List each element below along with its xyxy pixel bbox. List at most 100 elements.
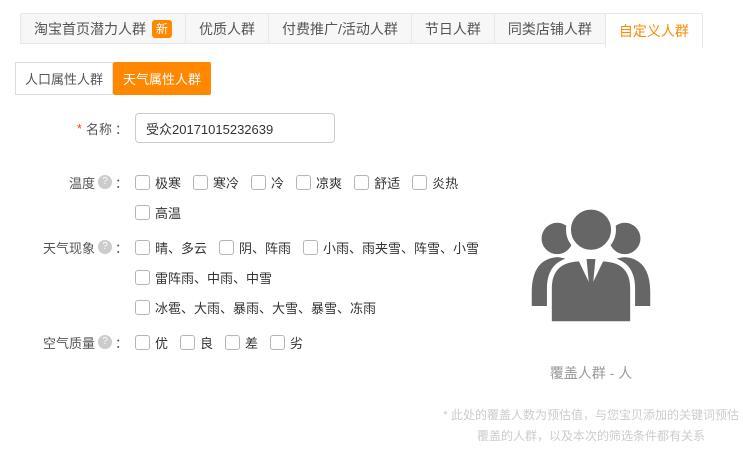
checkbox-box[interactable] bbox=[303, 240, 318, 255]
tab-label: 自定义人群 bbox=[619, 21, 689, 41]
help-icon[interactable]: ? bbox=[98, 175, 112, 189]
air-quality-label-colon: ： bbox=[115, 333, 128, 352]
form-row-weather-phenomena: 天气现象?：晴、多云阴、阵雨小雨、雨夹雪、阵雪、小雪雷阵雨、中雨、中雪冰雹、大雨… bbox=[0, 232, 478, 322]
new-badge: 新 bbox=[152, 20, 172, 38]
checkbox-label: 优 bbox=[155, 333, 168, 352]
checkbox-label: 晴、多云 bbox=[155, 238, 207, 257]
temperature-label-text: 温度 bbox=[69, 173, 95, 192]
checkbox-box[interactable] bbox=[251, 175, 266, 190]
checkbox-良[interactable]: 良 bbox=[180, 333, 213, 352]
tab-1[interactable]: 优质人群 bbox=[185, 13, 269, 44]
checkbox-舒适[interactable]: 舒适 bbox=[354, 173, 400, 192]
coverage-count-label: 覆盖人群 - 人 bbox=[440, 363, 742, 383]
checkbox-雷阵雨、中雨、中雪[interactable]: 雷阵雨、中雨、中雪 bbox=[135, 268, 272, 287]
checkbox-box[interactable] bbox=[354, 175, 369, 190]
checkbox-box[interactable] bbox=[135, 175, 150, 190]
checkbox-label: 差 bbox=[245, 333, 258, 352]
tab-label: 节日人群 bbox=[425, 19, 481, 39]
tab-0[interactable]: 淘宝首页潜力人群新 bbox=[20, 13, 186, 44]
checkbox-label: 冷 bbox=[271, 173, 284, 192]
coverage-panel: 覆盖人群 - 人 * 此处的覆盖人数为预估值，与您宝贝添加的关键词预估覆盖的人群… bbox=[440, 198, 742, 447]
checkbox-box[interactable] bbox=[135, 270, 150, 285]
checkbox-label: 高温 bbox=[155, 203, 181, 222]
temperature-line-1: 高温 bbox=[135, 197, 470, 227]
checkbox-box[interactable] bbox=[219, 240, 234, 255]
checkbox-极寒[interactable]: 极寒 bbox=[135, 173, 181, 192]
checkbox-box[interactable] bbox=[135, 240, 150, 255]
checkbox-label: 凉爽 bbox=[316, 173, 342, 192]
subtab-bar: 人口属性人群 天气属性人群 bbox=[15, 62, 211, 95]
tab-3[interactable]: 节日人群 bbox=[411, 13, 495, 44]
name-field-label: * 名称 ： bbox=[0, 113, 128, 143]
help-icon[interactable]: ? bbox=[98, 240, 112, 254]
checkbox-晴、多云[interactable]: 晴、多云 bbox=[135, 238, 207, 257]
name-field-control bbox=[135, 113, 335, 143]
air-quality-line-0: 优良差劣 bbox=[135, 327, 315, 357]
name-input[interactable] bbox=[135, 113, 335, 143]
checkbox-label: 雷阵雨、中雨、中雪 bbox=[155, 268, 272, 287]
temperature-options: 极寒 寒冷 冷 凉爽 舒适 炎热高温 bbox=[135, 167, 470, 227]
checkbox-box[interactable] bbox=[135, 335, 150, 350]
checkbox-box[interactable] bbox=[296, 175, 311, 190]
checkbox-groups: 温度?：极寒寒冷冷凉爽舒适炎热高温天气现象?：晴、多云阴、阵雨小雨、雨夹雪、阵雪… bbox=[0, 167, 478, 357]
checkbox-box[interactable] bbox=[180, 335, 195, 350]
weather-phenomena-line-1: 雷阵雨、中雨、中雪 bbox=[135, 262, 491, 292]
checkbox-label: 冰雹、大雨、暴雨、大雪、暴雪、冻雨 bbox=[155, 298, 376, 317]
name-field-row: * 名称 ： bbox=[0, 113, 478, 143]
checkbox-寒冷[interactable]: 寒冷 bbox=[193, 173, 239, 192]
tab-label: 付费推广/活动人群 bbox=[282, 19, 398, 39]
subtab-0[interactable]: 人口属性人群 bbox=[15, 62, 113, 95]
form-label-temperature: 温度?： bbox=[0, 167, 128, 197]
subtab-label: 人口属性人群 bbox=[25, 69, 103, 88]
subtab-label: 天气属性人群 bbox=[123, 69, 201, 88]
checkbox-冷[interactable]: 冷 bbox=[251, 173, 284, 192]
form-label-air-quality: 空气质量?： bbox=[0, 327, 128, 357]
weather-phenomena-line-2: 冰雹、大雨、暴雨、大雪、暴雪、冻雨 bbox=[135, 292, 491, 322]
checkbox-box[interactable] bbox=[270, 335, 285, 350]
name-label-text: 名称 bbox=[86, 119, 112, 138]
checkbox-炎热[interactable]: 炎热 bbox=[412, 173, 458, 192]
form-row-temperature: 温度?： 极寒 寒冷 冷 凉爽 舒适 炎热高温 bbox=[0, 167, 478, 227]
checkbox-label: 良 bbox=[200, 333, 213, 352]
checkbox-label: 劣 bbox=[290, 333, 303, 352]
weather-phenomena-label-colon: ： bbox=[115, 238, 128, 257]
weather-phenomena-label-text: 天气现象 bbox=[43, 238, 95, 257]
people-group-icon bbox=[520, 198, 662, 324]
checkbox-优[interactable]: 优 bbox=[135, 333, 168, 352]
tab-5[interactable]: 自定义人群 bbox=[605, 13, 703, 48]
checkbox-label: 阴、阵雨 bbox=[239, 238, 291, 257]
checkbox-box[interactable] bbox=[225, 335, 240, 350]
tab-2[interactable]: 付费推广/活动人群 bbox=[268, 13, 412, 44]
checkbox-box[interactable] bbox=[135, 205, 150, 220]
checkbox-冰雹、大雨、暴雨、大雪、暴雪、冻雨[interactable]: 冰雹、大雨、暴雨、大雪、暴雪、冻雨 bbox=[135, 298, 376, 317]
checkbox-label: 极寒 bbox=[155, 173, 181, 192]
checkbox-label: 炎热 bbox=[432, 173, 458, 192]
help-icon[interactable]: ? bbox=[98, 335, 112, 349]
name-label-colon: ： bbox=[115, 119, 128, 138]
checkbox-凉爽[interactable]: 凉爽 bbox=[296, 173, 342, 192]
tab-4[interactable]: 同类店铺人群 bbox=[494, 13, 606, 44]
weather-phenomena-options: 晴、多云阴、阵雨小雨、雨夹雪、阵雪、小雪雷阵雨、中雨、中雪冰雹、大雨、暴雨、大雪… bbox=[135, 232, 491, 322]
form-row-air-quality: 空气质量?： 优 良 差 劣 bbox=[0, 327, 478, 357]
audience-form: * 名称 ： 温度?：极寒寒冷冷凉爽舒适炎热高温天气现象?：晴、多云阴、阵雨小雨… bbox=[0, 113, 478, 362]
checkbox-高温[interactable]: 高温 bbox=[135, 203, 181, 222]
subtab-1[interactable]: 天气属性人群 bbox=[113, 62, 211, 95]
temperature-line-0: 极寒 寒冷 冷 凉爽 舒适 炎热 bbox=[135, 167, 470, 197]
checkbox-阴、阵雨[interactable]: 阴、阵雨 bbox=[219, 238, 291, 257]
weather-phenomena-line-0: 晴、多云阴、阵雨小雨、雨夹雪、阵雪、小雪 bbox=[135, 232, 491, 262]
checkbox-box[interactable] bbox=[412, 175, 427, 190]
checkbox-box[interactable] bbox=[135, 300, 150, 315]
checkbox-label: 寒冷 bbox=[213, 173, 239, 192]
tab-label: 优质人群 bbox=[199, 19, 255, 39]
required-asterisk: * bbox=[77, 121, 82, 136]
tab-label: 同类店铺人群 bbox=[508, 19, 592, 39]
checkbox-差[interactable]: 差 bbox=[225, 333, 258, 352]
air-quality-label-text: 空气质量 bbox=[43, 333, 95, 352]
form-label-weather-phenomena: 天气现象?： bbox=[0, 232, 128, 262]
temperature-label-colon: ： bbox=[115, 173, 128, 192]
estimate-note: * 此处的覆盖人数为预估值，与您宝贝添加的关键词预估覆盖的人群，以及本次的筛选条… bbox=[442, 405, 740, 447]
checkbox-劣[interactable]: 劣 bbox=[270, 333, 303, 352]
checkbox-box[interactable] bbox=[193, 175, 208, 190]
tab-label: 淘宝首页潜力人群 bbox=[34, 19, 146, 39]
checkbox-label: 舒适 bbox=[374, 173, 400, 192]
